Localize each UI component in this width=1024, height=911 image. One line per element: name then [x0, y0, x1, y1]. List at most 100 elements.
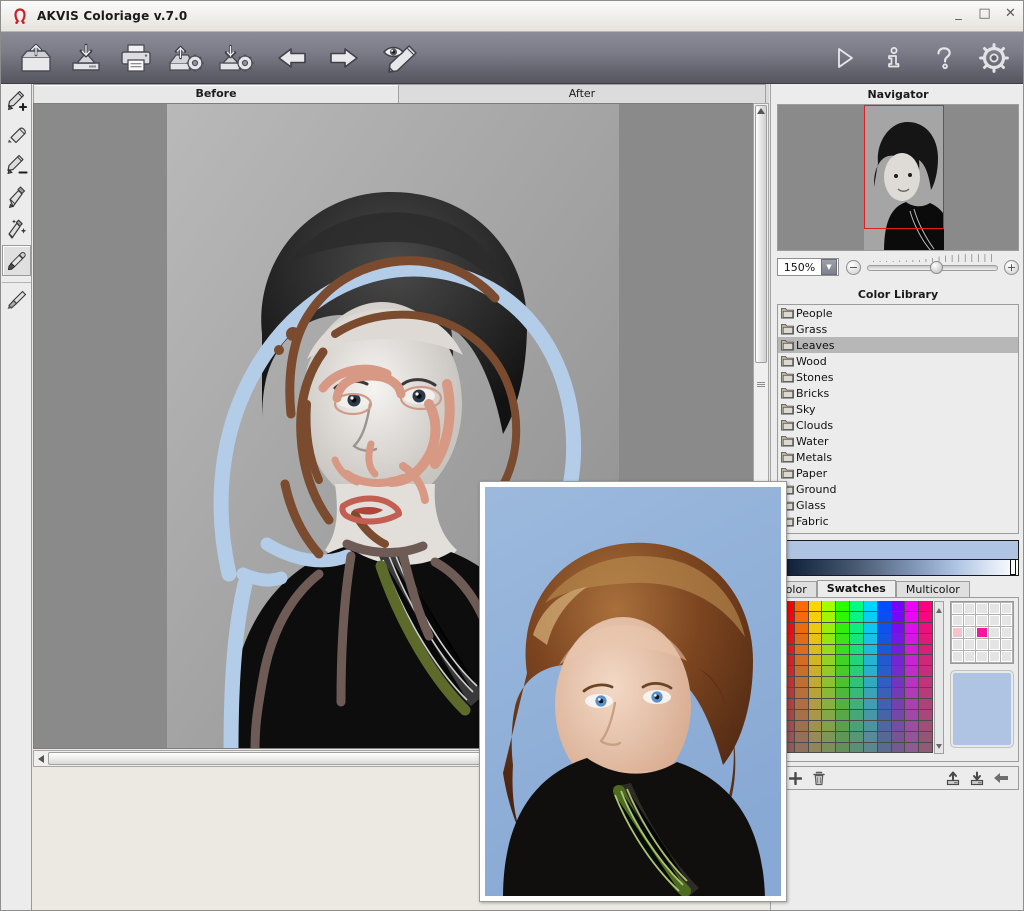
swatch-cell[interactable]	[809, 699, 823, 710]
swatch-cell[interactable]	[878, 645, 892, 656]
swatch-cell[interactable]	[892, 721, 906, 732]
swatch-cell[interactable]	[919, 732, 933, 743]
user-swatch-filled[interactable]	[976, 627, 987, 638]
swatch-cell[interactable]	[864, 743, 878, 754]
close-button[interactable]: ✕	[1002, 5, 1019, 22]
save-strokes-button[interactable]	[212, 35, 260, 81]
user-swatch-grid[interactable]	[950, 601, 1014, 664]
scroll-left-icon[interactable]	[37, 755, 45, 763]
zoom-slider-thumb[interactable]	[930, 261, 943, 274]
swatch-cell[interactable]	[892, 623, 906, 634]
swatch-cell[interactable]	[850, 710, 864, 721]
swatch-cell[interactable]	[836, 645, 850, 656]
tool-magic-tube[interactable]	[2, 213, 31, 244]
user-swatch-empty[interactable]	[952, 651, 963, 662]
swatch-cell[interactable]	[919, 645, 933, 656]
tab-swatches[interactable]: Swatches	[817, 580, 896, 597]
swatch-cell[interactable]	[864, 612, 878, 623]
library-item-people[interactable]: People	[778, 305, 1018, 321]
swatch-cell[interactable]	[795, 688, 809, 699]
maximize-button[interactable]: □	[976, 5, 993, 22]
open-image-button[interactable]	[12, 35, 60, 81]
colorized-result-preview[interactable]	[479, 481, 787, 902]
library-item-bricks[interactable]: Bricks	[778, 385, 1018, 401]
swatch-cell[interactable]	[878, 743, 892, 754]
swatch-cell[interactable]	[809, 601, 823, 612]
user-swatch-empty[interactable]	[952, 603, 963, 614]
swatch-cell[interactable]	[919, 688, 933, 699]
user-swatch-empty[interactable]	[952, 639, 963, 650]
swatch-cell[interactable]	[878, 688, 892, 699]
swatch-cell[interactable]	[864, 688, 878, 699]
swatch-cell[interactable]	[892, 743, 906, 754]
load-strokes-button[interactable]	[162, 35, 210, 81]
tab-before[interactable]: Before	[33, 84, 399, 103]
brightness-gradient-slider[interactable]	[777, 560, 1019, 576]
swatch-cell[interactable]	[822, 743, 836, 754]
save-image-button[interactable]	[62, 35, 110, 81]
swatch-cell[interactable]	[836, 721, 850, 732]
swatch-cell[interactable]	[836, 732, 850, 743]
user-swatch-empty[interactable]	[1001, 639, 1012, 650]
swatch-cell[interactable]	[905, 634, 919, 645]
swatch-cell[interactable]	[919, 666, 933, 677]
scroll-up-icon[interactable]	[757, 107, 765, 115]
swatch-cell[interactable]	[878, 623, 892, 634]
swatch-cell[interactable]	[878, 710, 892, 721]
current-color-bar[interactable]	[777, 540, 1019, 560]
swatch-cell[interactable]	[795, 710, 809, 721]
swatch-cell[interactable]	[795, 666, 809, 677]
swatch-cell[interactable]	[878, 634, 892, 645]
user-swatch-empty[interactable]	[1001, 651, 1012, 662]
swatch-cell[interactable]	[822, 601, 836, 612]
library-item-metals[interactable]: Metals	[778, 449, 1018, 465]
zoom-slider[interactable]	[867, 259, 998, 275]
swatch-cell[interactable]	[892, 710, 906, 721]
swatch-cell[interactable]	[795, 623, 809, 634]
swatch-cell[interactable]	[850, 601, 864, 612]
swatch-cell[interactable]	[836, 743, 850, 754]
quick-preview-button[interactable]	[376, 35, 424, 81]
swatch-cell[interactable]	[809, 666, 823, 677]
swatch-cell[interactable]	[878, 732, 892, 743]
tool-color-picker[interactable]	[2, 245, 31, 276]
user-swatch-empty[interactable]	[989, 651, 1000, 662]
swatch-cell[interactable]	[919, 699, 933, 710]
preferences-gear-icon[interactable]	[970, 35, 1018, 81]
swatch-cell[interactable]	[905, 732, 919, 743]
user-swatch-empty[interactable]	[964, 651, 975, 662]
swatch-cell[interactable]	[836, 623, 850, 634]
library-item-ground[interactable]: Ground	[778, 481, 1018, 497]
swatch-cell[interactable]	[864, 677, 878, 688]
library-item-glass[interactable]: Glass	[778, 497, 1018, 513]
library-item-stones[interactable]: Stones	[778, 369, 1018, 385]
selected-color-preview[interactable]	[950, 670, 1014, 748]
user-swatch-empty[interactable]	[976, 603, 987, 614]
swatch-cell[interactable]	[864, 732, 878, 743]
user-swatch-empty[interactable]	[952, 615, 963, 626]
user-swatch-empty[interactable]	[964, 627, 975, 638]
swatch-cell[interactable]	[822, 623, 836, 634]
swatch-cell[interactable]	[878, 721, 892, 732]
tool-keep-color-tube[interactable]	[2, 181, 31, 212]
user-swatch-empty[interactable]	[976, 651, 987, 662]
swatch-cell[interactable]	[850, 732, 864, 743]
help-button[interactable]	[920, 35, 968, 81]
swatch-cell[interactable]	[878, 612, 892, 623]
swatch-cell[interactable]	[919, 623, 933, 634]
swatch-cell[interactable]	[878, 655, 892, 666]
swatch-cell[interactable]	[919, 634, 933, 645]
library-item-fabric[interactable]: Fabric	[778, 513, 1018, 529]
zoom-combo[interactable]: 150% ▼	[777, 258, 839, 276]
swatch-cell[interactable]	[809, 612, 823, 623]
zoom-in-button[interactable]: +	[1004, 260, 1019, 275]
swatch-cell[interactable]	[850, 645, 864, 656]
swatch-cell[interactable]	[809, 732, 823, 743]
swatch-cell[interactable]	[892, 655, 906, 666]
swatch-cell[interactable]	[878, 601, 892, 612]
swatch-cell[interactable]	[822, 612, 836, 623]
swatch-cell[interactable]	[864, 645, 878, 656]
swatch-cell[interactable]	[905, 721, 919, 732]
user-swatch-empty[interactable]	[1001, 603, 1012, 614]
save-palette-button[interactable]	[965, 768, 989, 788]
